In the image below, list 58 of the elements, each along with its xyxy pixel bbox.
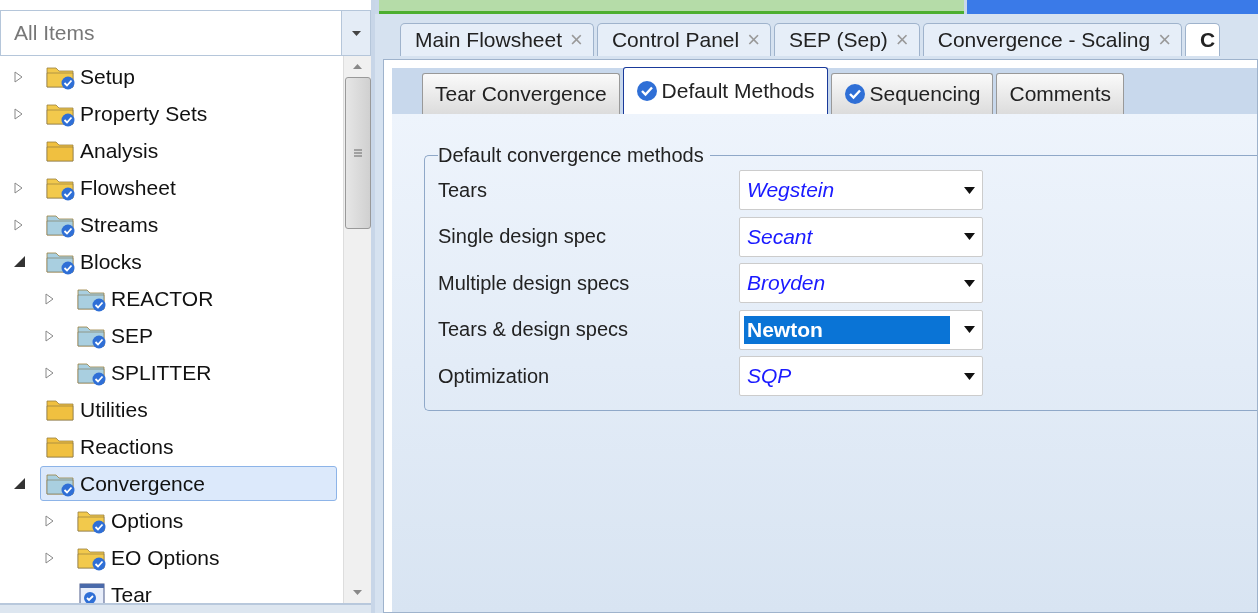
caret-icon — [964, 279, 975, 287]
field-label: Optimization — [438, 364, 551, 388]
tree-item[interactable]: Streams — [40, 207, 166, 242]
collapse-arrow-icon[interactable] — [14, 256, 25, 267]
tree-item[interactable]: SEP — [71, 318, 161, 353]
field-label: Multiple design specs — [438, 271, 631, 295]
method-dropdown[interactable]: Wegstein — [739, 170, 983, 211]
form-tab[interactable]: Default Methods — [622, 67, 828, 114]
caret-icon — [964, 186, 975, 194]
expand-arrow-icon[interactable] — [14, 107, 23, 120]
tree-item[interactable]: Reactions — [40, 429, 181, 464]
tree-item[interactable]: Blocks — [40, 244, 149, 279]
caret-icon — [351, 30, 361, 36]
tree-item[interactable]: Convergence — [40, 466, 337, 501]
expand-arrow-icon[interactable] — [14, 181, 23, 194]
tree-item[interactable]: REACTOR — [71, 281, 221, 316]
expand-arrow-icon[interactable] — [45, 514, 54, 527]
document-tab[interactable]: C — [1185, 23, 1221, 56]
method-dropdown[interactable]: SQP — [739, 356, 983, 397]
scroll-down-icon[interactable] — [353, 590, 362, 595]
form-tab[interactable]: Sequencing — [830, 73, 994, 114]
horizontal-scrollbar[interactable] — [0, 603, 371, 613]
expand-arrow-icon[interactable] — [14, 218, 23, 231]
group-title: Default convergence methods — [438, 144, 705, 167]
scroll-up-icon[interactable] — [353, 64, 362, 69]
tree-item[interactable]: SPLITTER — [71, 355, 219, 390]
tree-item[interactable]: Flowsheet — [40, 170, 183, 205]
document-tab[interactable]: Control Panel × — [596, 23, 772, 56]
field-label: Tears — [438, 178, 488, 202]
tree-item[interactable]: Setup — [40, 59, 142, 94]
caret-icon — [964, 326, 975, 334]
tree-item[interactable]: Utilities — [40, 392, 155, 427]
method-dropdown[interactable]: Broyden — [739, 263, 983, 304]
caret-icon — [964, 372, 975, 380]
expand-arrow-icon[interactable] — [14, 70, 23, 83]
document-tab[interactable]: Main Flowsheet × — [400, 23, 594, 56]
form-icon — [76, 581, 108, 603]
grip-icon — [353, 149, 362, 157]
document-tab[interactable]: SEP (Sep) × — [774, 23, 920, 56]
expand-arrow-icon[interactable] — [45, 366, 54, 379]
tree-item[interactable]: Property Sets — [40, 96, 215, 131]
field-label: Tears & design specs — [438, 318, 630, 342]
tree-item[interactable]: Analysis — [40, 133, 166, 168]
form-tab[interactable]: Tear Convergence — [422, 73, 620, 114]
scrollbar[interactable] — [343, 56, 371, 603]
caret-icon — [964, 233, 975, 241]
collapse-arrow-icon[interactable] — [14, 478, 25, 489]
tree-item[interactable]: Options — [71, 503, 191, 538]
method-dropdown[interactable]: Secant — [739, 216, 983, 257]
field-label: Single design spec — [438, 225, 607, 249]
method-dropdown[interactable]: Newton — [739, 309, 983, 350]
expand-arrow-icon[interactable] — [45, 329, 54, 342]
expand-arrow-icon[interactable] — [45, 551, 54, 564]
document-tab[interactable]: Convergence - Scaling × — [922, 23, 1183, 56]
tree-item[interactable]: EO Options — [71, 540, 227, 575]
form-tab[interactable]: Comments — [996, 73, 1124, 114]
expand-arrow-icon[interactable] — [45, 292, 54, 305]
filter-dropdown[interactable]: All Items — [0, 10, 371, 56]
